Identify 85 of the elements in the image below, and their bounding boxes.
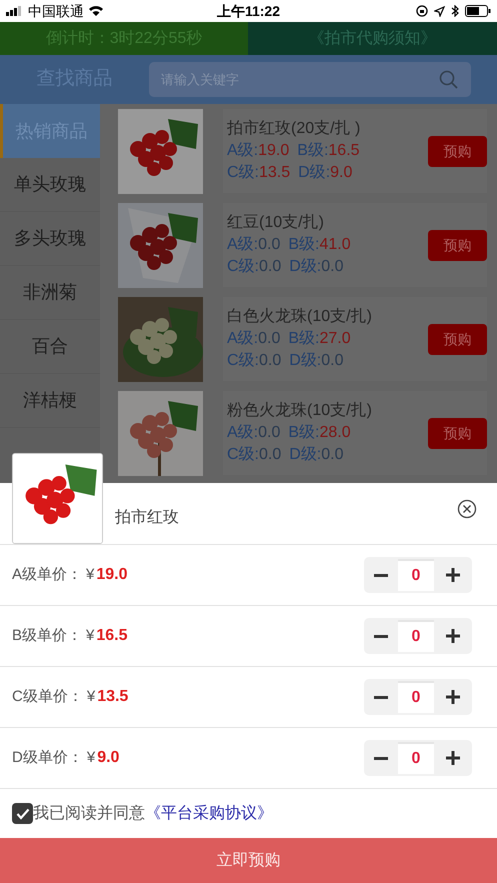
product-name: 拍市红玫(20支/扎 ): [227, 118, 362, 139]
currency-symbol: ¥: [86, 626, 94, 646]
grade-price-label: B级单价：: [12, 626, 82, 646]
category-tab[interactable]: 多头玫瑰: [0, 212, 100, 266]
close-button[interactable]: [457, 499, 477, 519]
currency-symbol: ¥: [86, 564, 94, 585]
grade-price: 0.0: [259, 257, 282, 277]
grade-price: 41.0: [320, 235, 351, 255]
grade-price: 13.5: [259, 163, 290, 183]
check-icon: [16, 808, 30, 820]
currency-symbol: ¥: [86, 748, 96, 768]
grade-price: 19.0: [258, 141, 290, 161]
unit-price: 13.5: [97, 687, 128, 707]
agreement-text: 我已阅读并同意: [33, 804, 145, 824]
grade-label: B级:: [288, 423, 320, 443]
grade-label: D级:: [298, 163, 330, 183]
grade-price: 0.0: [321, 445, 344, 465]
quantity-field[interactable]: 0: [398, 681, 434, 713]
category-tab[interactable]: 百合: [0, 320, 100, 374]
grade-label: B级:: [288, 235, 320, 255]
preorder-button[interactable]: 预购: [428, 418, 487, 448]
grade-price: 0.0: [321, 351, 344, 371]
grade-label: A级:: [227, 235, 258, 255]
grade-label: D级:: [289, 445, 322, 465]
grade-price: 28.0: [320, 423, 351, 443]
grade-price-label: D级单价：: [12, 748, 83, 768]
category-tab[interactable]: 非洲菊: [0, 266, 100, 320]
category-tab[interactable]: 洋桔梗: [0, 374, 100, 428]
grade-price: 0.0: [259, 445, 282, 465]
grade-label: C级:: [227, 257, 259, 277]
grade-price: 0.0: [321, 257, 344, 277]
quantity-field[interactable]: 0: [398, 742, 434, 774]
wifi-icon: [88, 5, 104, 17]
unit-price: 16.5: [96, 626, 128, 646]
carrier-name: 中国联通: [28, 2, 84, 20]
popup-product-name: 拍市红玫: [115, 508, 179, 528]
currency-symbol: ¥: [86, 686, 96, 707]
grade-label: C级:: [227, 351, 259, 371]
grade-label: D级:: [289, 351, 322, 371]
grade-label: B级:: [297, 141, 328, 161]
preorder-button[interactable]: 预购: [428, 324, 487, 354]
minus-icon: [374, 634, 388, 638]
minus-icon: [374, 574, 388, 576]
preorder-button[interactable]: 预购: [428, 230, 487, 260]
grade-price: 27.0: [320, 329, 351, 349]
search-icon: [439, 70, 459, 90]
grade-price: 0.0: [258, 235, 280, 255]
unit-price: 19.0: [96, 565, 128, 585]
plus-icon: [446, 568, 460, 582]
grade-price-label: A级单价：: [12, 564, 82, 585]
grade-label: A级:: [227, 141, 258, 161]
bluetooth-icon: [451, 5, 459, 17]
grade-label: A级:: [227, 329, 258, 349]
plus-icon: [446, 629, 460, 643]
grade-price: 16.5: [328, 141, 360, 161]
agreement-checkbox[interactable]: [12, 803, 33, 824]
minus-icon: [374, 696, 388, 698]
plus-icon: [446, 690, 460, 704]
product-name: 红豆(10支/扎): [227, 212, 325, 233]
battery-icon: [465, 5, 491, 17]
grade-label: B级:: [288, 329, 320, 349]
minus-icon: [374, 756, 388, 760]
signal-icon: [6, 6, 24, 16]
quantity-field[interactable]: 0: [398, 620, 434, 652]
grade-label: A级:: [227, 423, 258, 443]
submit-button[interactable]: 立即预购: [0, 838, 497, 883]
quantity-field[interactable]: 0: [398, 559, 434, 591]
rotation-lock-icon: [416, 5, 428, 17]
grade-price: 0.0: [258, 329, 280, 349]
product-name: 白色火龙珠(10支/扎): [227, 306, 373, 327]
grade-label: C级:: [227, 445, 259, 465]
location-icon: [434, 6, 445, 16]
grade-price-label: C级单价：: [12, 686, 83, 707]
product-name: 粉色火龙珠(10支/扎): [227, 400, 373, 421]
clock-time: 上午11:22: [216, 2, 282, 20]
agreement-link[interactable]: 《平台采购协议》: [145, 802, 273, 826]
grade-label: D级:: [289, 257, 322, 277]
grade-label: C级:: [227, 163, 259, 183]
plus-icon: [446, 751, 460, 765]
category-tab[interactable]: 单头玫瑰: [0, 158, 100, 212]
preorder-button[interactable]: 预购: [428, 136, 487, 166]
grade-price: 0.0: [259, 351, 282, 371]
grade-price: 9.0: [330, 163, 352, 183]
grade-price: 0.0: [258, 423, 280, 443]
unit-price: 9.0: [97, 748, 120, 768]
